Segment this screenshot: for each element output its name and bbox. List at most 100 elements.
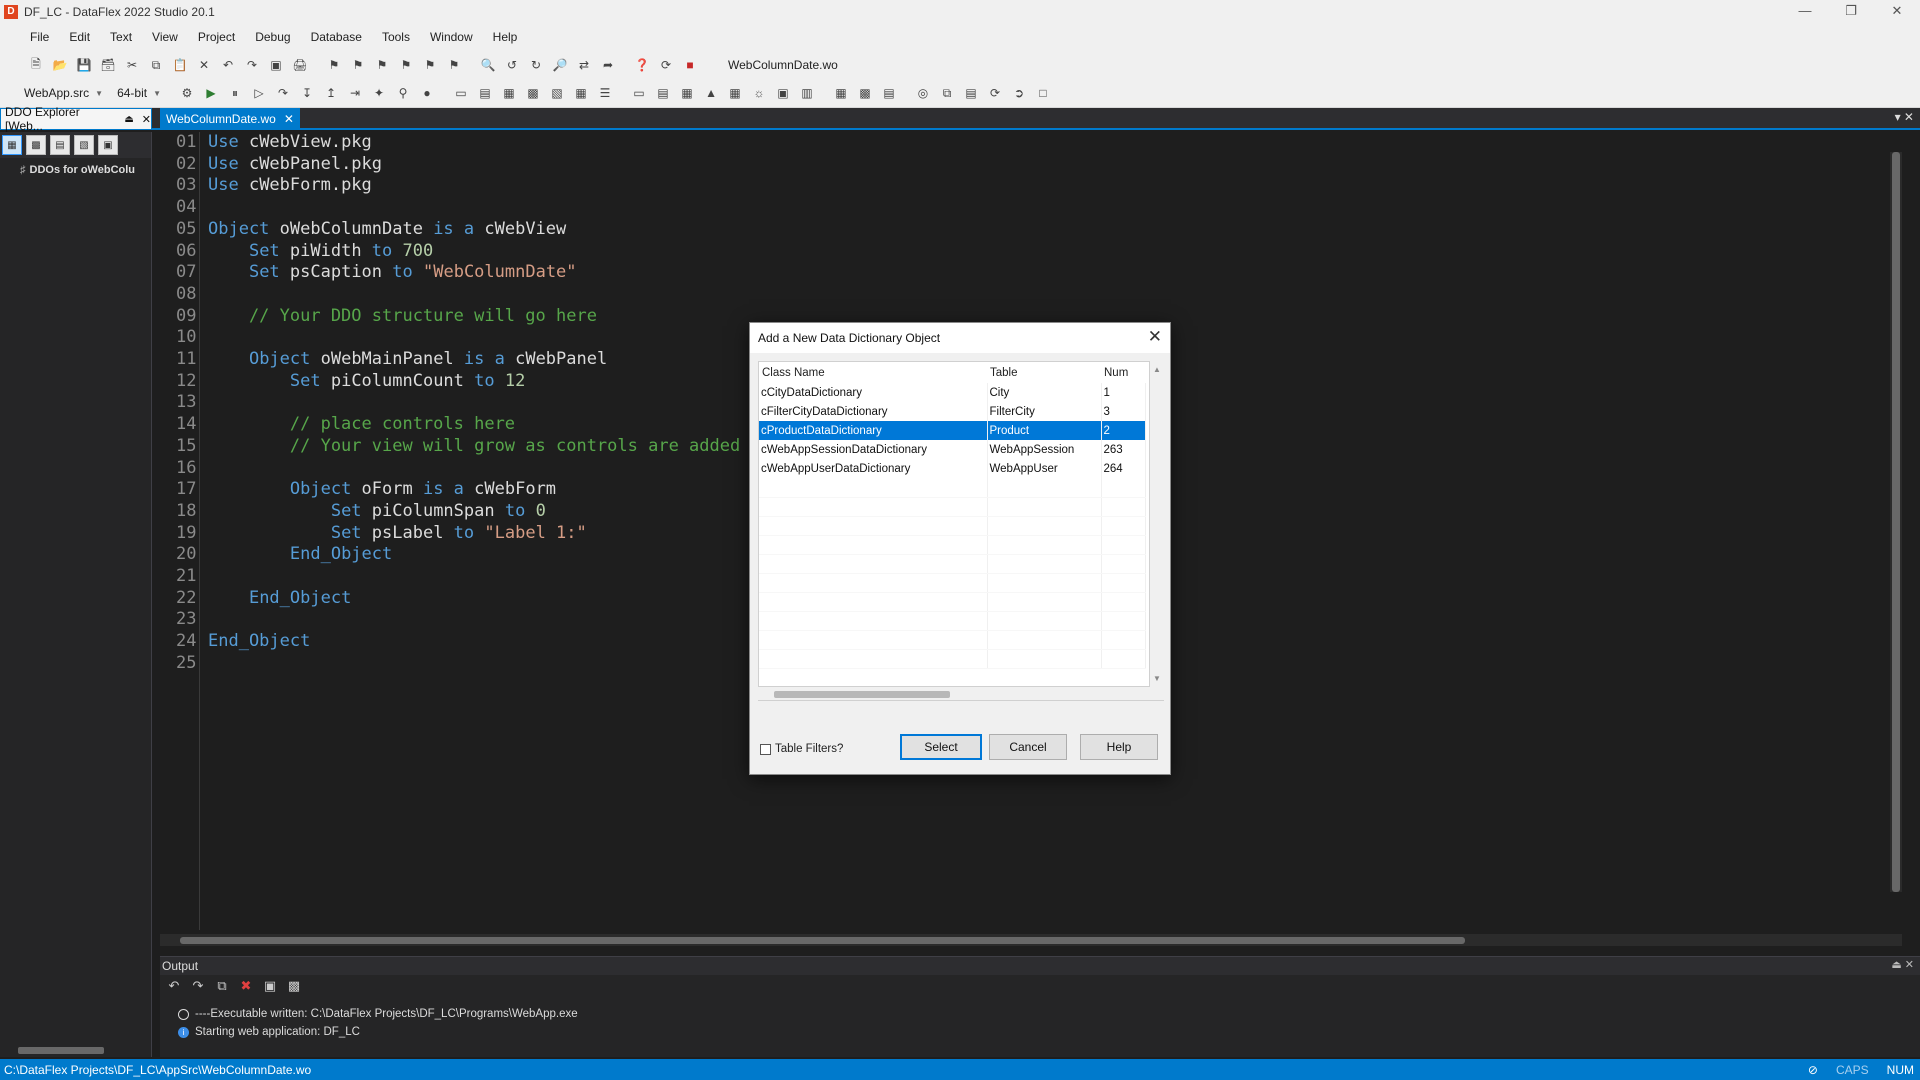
menu-file[interactable]: File — [20, 30, 59, 44]
output-pin-close[interactable]: ⏏ ✕ — [1891, 958, 1914, 971]
stop-icon[interactable]: ■ — [681, 56, 699, 74]
ddo-columns-icon[interactable]: ▧ — [74, 135, 94, 155]
checkbox-box[interactable] — [760, 743, 771, 755]
continue-icon[interactable]: ▷ — [250, 84, 268, 102]
ddo-structure-icon[interactable]: ▦ — [2, 135, 22, 155]
document-icon[interactable]: □ — [1034, 84, 1052, 102]
step-over-icon[interactable]: ↷ — [274, 84, 292, 102]
column-header-table[interactable]: Table — [987, 362, 1101, 383]
code-line[interactable]: End_Object — [208, 544, 392, 566]
rotate-icon[interactable]: ⟳ — [986, 84, 1004, 102]
web-view-icon[interactable]: ▭ — [452, 84, 470, 102]
code-line[interactable]: Use cWebPanel.pkg — [208, 154, 382, 176]
menu-edit[interactable]: Edit — [59, 30, 100, 44]
record-icon[interactable]: ● — [418, 84, 436, 102]
ddo-tree-icon[interactable]: ▣ — [98, 135, 118, 155]
restore-button[interactable]: ❐ — [1828, 0, 1874, 23]
replace-icon[interactable]: ⇄ — [575, 56, 593, 74]
table-row[interactable]: cCityDataDictionary City 1 — [759, 383, 1146, 402]
control-globe-icon[interactable]: ☼ — [750, 84, 768, 102]
collapse-all-icon[interactable]: ▩ — [284, 978, 304, 996]
menu-debug[interactable]: Debug — [245, 30, 300, 44]
list-horizontal-scrollbar[interactable] — [758, 687, 1164, 701]
web-panel-icon[interactable]: ▤ — [476, 84, 494, 102]
close-icon[interactable]: ✕ — [142, 113, 151, 126]
table-row[interactable]: cWebAppSessionDataDictionary WebAppSessio… — [759, 440, 1146, 459]
code-line[interactable]: // Your view will grow as controls are a… — [208, 436, 740, 458]
breakpoint-icon[interactable]: ✦ — [370, 84, 388, 102]
bookmark-last-icon[interactable]: ⚑ — [397, 56, 415, 74]
web-grid-icon[interactable]: ▦ — [572, 84, 590, 102]
table-row[interactable]: cProductDataDictionary Product 2 — [759, 421, 1146, 440]
code-line[interactable]: Set piColumnSpan to 0 — [208, 501, 546, 523]
code-line[interactable]: End_Object — [208, 588, 351, 610]
code-line[interactable]: Use cWebForm.pkg — [208, 175, 372, 197]
code-line[interactable]: End_Object — [208, 631, 310, 653]
web-tab-icon[interactable]: ▧ — [548, 84, 566, 102]
bookmark-list-icon[interactable]: ⚑ — [445, 56, 463, 74]
close-icon[interactable]: ✕ — [1148, 327, 1162, 347]
run-to-cursor-icon[interactable]: ⇥ — [346, 84, 364, 102]
watch-icon[interactable]: ⚲ — [394, 84, 412, 102]
control-chart-icon[interactable]: ▲ — [702, 84, 720, 102]
save-all-icon[interactable]: 🗃 — [99, 56, 117, 74]
grid-columns-icon[interactable]: ▦ — [832, 84, 850, 102]
print-icon[interactable]: 🖨 — [291, 56, 309, 74]
control-label-icon[interactable]: ▤ — [654, 84, 672, 102]
control-button-icon[interactable]: ▭ — [630, 84, 648, 102]
export-icon[interactable]: ➲ — [1010, 84, 1028, 102]
editor-vertical-scrollbar[interactable] — [1890, 152, 1902, 892]
bookmark-prev-icon[interactable]: ⚑ — [373, 56, 391, 74]
ddo-add-icon[interactable]: ▩ — [26, 135, 46, 155]
code-line[interactable]: // Your DDO structure will go here — [208, 306, 597, 328]
menu-database[interactable]: Database — [301, 30, 372, 44]
share-icon[interactable]: ⧉ — [938, 84, 956, 102]
bookmark-next-icon[interactable]: ⚑ — [349, 56, 367, 74]
previous-message-icon[interactable]: ↶ — [164, 978, 184, 996]
grid-rows-icon[interactable]: ▩ — [856, 84, 874, 102]
platform-combo[interactable]: 64-bit ▼ — [117, 86, 161, 100]
tab-webcolumndate[interactable]: WebColumnDate.wo ✕ — [160, 108, 300, 130]
pin-icon[interactable]: ⏏ — [124, 114, 133, 125]
select-button[interactable]: Select — [900, 734, 982, 760]
next-message-icon[interactable]: ↷ — [188, 978, 208, 996]
select-all-icon[interactable]: ▣ — [267, 56, 285, 74]
paste-icon[interactable]: 📋 — [171, 56, 189, 74]
open-file-combo[interactable]: WebColumnDate.wo — [722, 55, 952, 75]
report-icon[interactable]: ▤ — [962, 84, 980, 102]
ddo-view-icon[interactable]: ▤ — [50, 135, 70, 155]
bookmark-toggle-icon[interactable]: ⚑ — [325, 56, 343, 74]
copy-icon[interactable]: ⧉ — [147, 56, 165, 74]
control-combo-icon[interactable]: ▦ — [678, 84, 696, 102]
control-date-icon[interactable]: ▦ — [726, 84, 744, 102]
code-line[interactable]: Object oForm is a cWebForm — [208, 479, 556, 501]
bookmark-clear-icon[interactable]: ⚑ — [421, 56, 439, 74]
column-header-class-name[interactable]: Class Name — [759, 362, 987, 383]
new-file-icon[interactable]: 🗎 — [27, 56, 45, 74]
grid-tree-icon[interactable]: ▤ — [880, 84, 898, 102]
menu-view[interactable]: View — [142, 30, 188, 44]
menu-project[interactable]: Project — [188, 30, 245, 44]
code-line[interactable]: Use cWebView.pkg — [208, 132, 372, 154]
ddo-tree-root[interactable]: ♯ DDOs for oWebColu — [0, 158, 151, 176]
copy-output-icon[interactable]: ⧉ — [212, 978, 232, 996]
step-out-icon[interactable]: ↥ — [322, 84, 340, 102]
project-combo[interactable]: WebApp.src ▼ — [24, 86, 103, 100]
web-group-icon[interactable]: ▩ — [524, 84, 542, 102]
menu-text[interactable]: Text — [100, 30, 142, 44]
help-button[interactable]: Help — [1080, 734, 1158, 760]
code-line[interactable]: Set psLabel to "Label 1:" — [208, 523, 587, 545]
menu-help[interactable]: Help — [483, 30, 528, 44]
code-line[interactable]: Set psCaption to "WebColumnDate" — [208, 262, 577, 284]
delete-icon[interactable]: ✕ — [195, 56, 213, 74]
find-in-files-icon[interactable]: 🔎 — [551, 56, 569, 74]
find-next-icon[interactable]: ↻ — [527, 56, 545, 74]
step-into-icon[interactable]: ↧ — [298, 84, 316, 102]
table-row[interactable]: cFilterCityDataDictionary FilterCity 3 — [759, 402, 1146, 421]
code-line[interactable]: Object oWebMainPanel is a cWebPanel — [208, 349, 607, 371]
list-vertical-scrollbar[interactable]: ▲ ▼ — [1150, 361, 1164, 687]
pause-icon[interactable]: ⏸ — [226, 84, 244, 102]
minimize-button[interactable]: — — [1782, 0, 1828, 23]
compile-icon[interactable]: ⚙ — [178, 84, 196, 102]
refresh-icon[interactable]: ⟳ — [657, 56, 675, 74]
